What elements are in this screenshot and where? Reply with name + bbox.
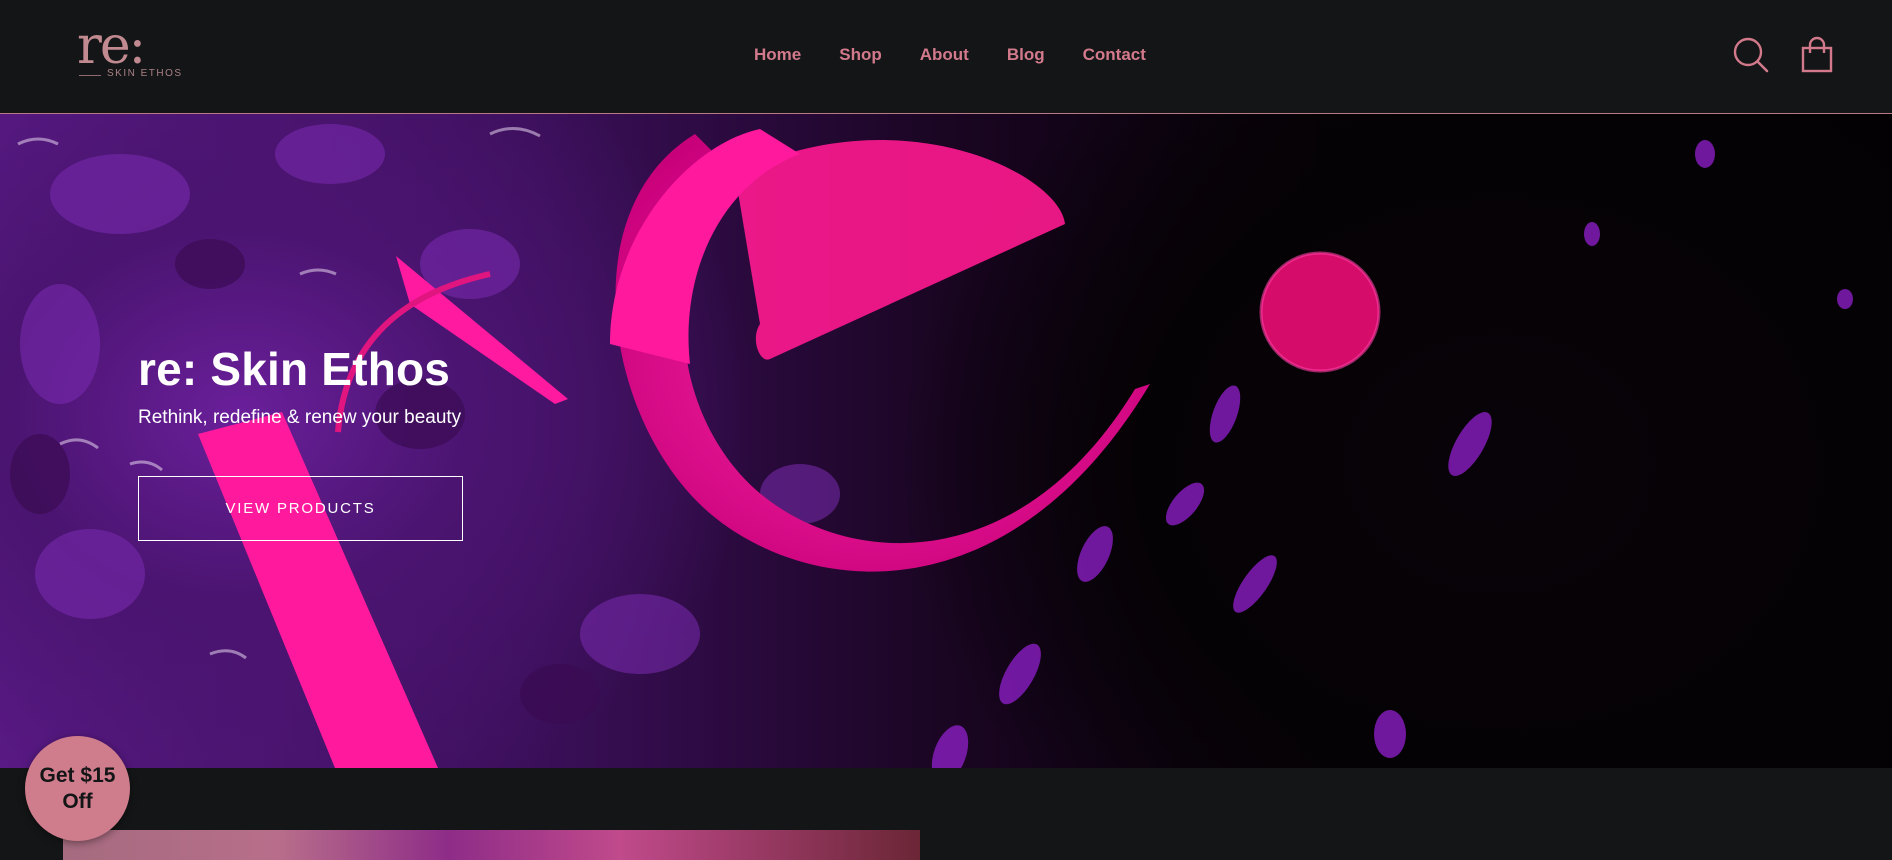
logo-mark: re: <box>77 16 146 76</box>
hero-background-image <box>10 124 1853 768</box>
main-nav: Home Shop About Blog Contact <box>754 42 1146 68</box>
discount-badge-label: Get $15 Off <box>39 763 116 813</box>
hero-title: re: Skin Ethos <box>138 343 451 395</box>
cart-button[interactable] <box>1798 36 1836 74</box>
page: re: SKIN ETHOS Home Shop About Blog Cont… <box>0 0 1892 860</box>
shopping-bag-icon <box>1801 36 1833 73</box>
discount-badge[interactable]: Get $15 Off <box>25 736 130 841</box>
logo-rule <box>79 75 101 76</box>
featured-section <box>0 768 1892 860</box>
featured-image <box>63 830 920 860</box>
logo-subtitle: SKIN ETHOS <box>107 68 183 79</box>
search-button[interactable] <box>1732 36 1770 74</box>
hero-subtitle: Rethink, redefine & renew your beauty <box>138 407 462 428</box>
site-header: re: SKIN ETHOS Home Shop About Blog Cont… <box>0 0 1892 114</box>
hero-content: re: Skin Ethos Rethink, redefine & renew… <box>138 342 463 541</box>
nav-blog[interactable]: Blog <box>1007 42 1045 68</box>
nav-shop[interactable]: Shop <box>839 42 882 68</box>
brand-logo[interactable]: re: SKIN ETHOS <box>77 18 187 84</box>
nav-home[interactable]: Home <box>754 42 801 68</box>
nav-about[interactable]: About <box>920 42 969 68</box>
view-products-button[interactable]: VIEW PRODUCTS <box>138 476 463 541</box>
hero-banner: re: Skin Ethos Rethink, redefine & renew… <box>0 114 1892 768</box>
search-icon <box>1733 37 1769 73</box>
nav-contact[interactable]: Contact <box>1083 42 1146 68</box>
